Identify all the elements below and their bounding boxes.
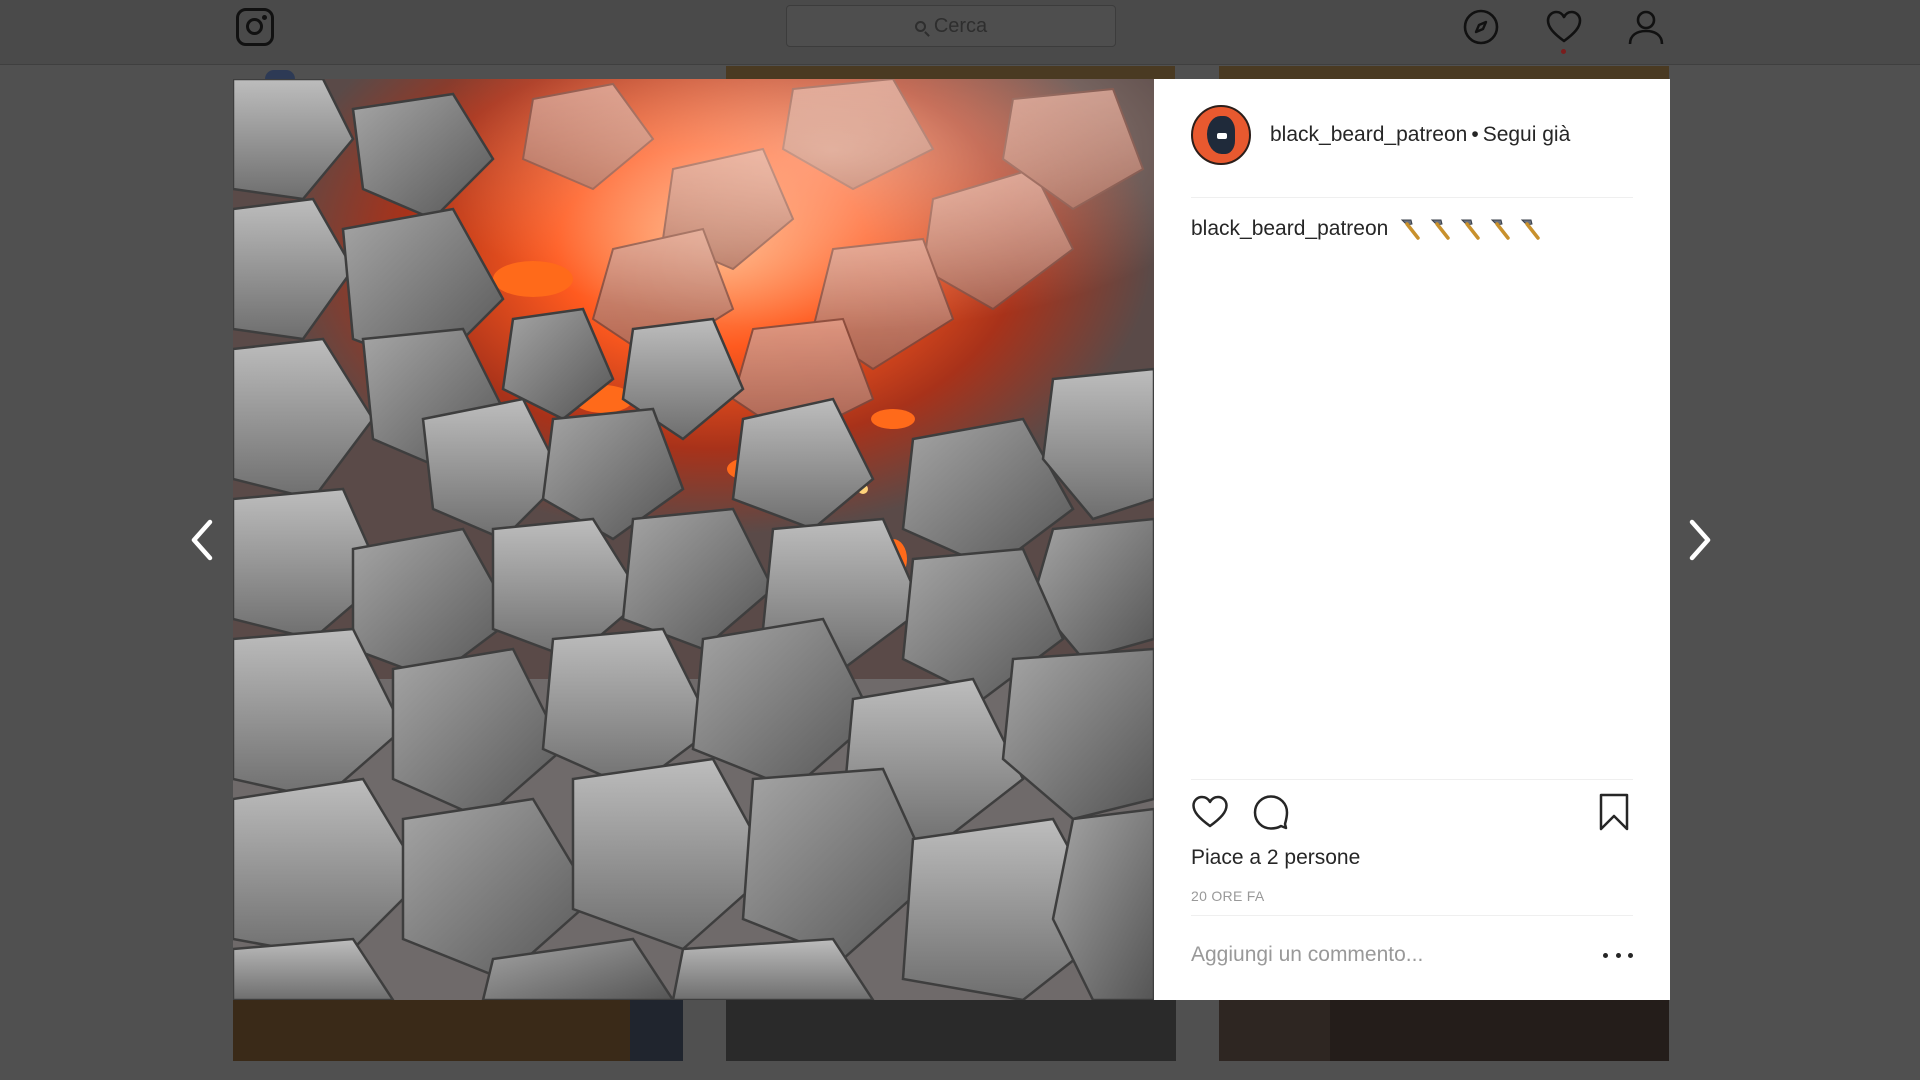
comment-bubble-icon[interactable] xyxy=(1252,793,1290,831)
hammer-icon xyxy=(1461,219,1481,240)
actions-divider xyxy=(1191,779,1633,780)
post-caption: black_beard_patreon xyxy=(1191,216,1542,242)
hammer-icon xyxy=(1521,219,1541,240)
likes-count[interactable]: Piace a 2 persone xyxy=(1191,846,1360,870)
post-header: black_beard_patreon • Segui già xyxy=(1191,105,1633,165)
background-grid-tile xyxy=(726,1000,1176,1061)
search-box[interactable]: Cerca xyxy=(786,5,1116,47)
post-image xyxy=(233,79,1154,1000)
post-header-text: black_beard_patreon • Segui già xyxy=(1270,123,1570,147)
search-icon xyxy=(914,20,926,32)
background-grid-tile xyxy=(726,66,1175,79)
background-grid-tile-edge xyxy=(630,1000,683,1061)
instagram-logo-icon[interactable] xyxy=(236,8,274,46)
search-placeholder: Cerca xyxy=(933,14,988,37)
background-grid-tile xyxy=(233,1000,683,1061)
username-link[interactable]: black_beard_patreon xyxy=(1270,123,1467,146)
previous-post-arrow-icon[interactable] xyxy=(182,513,222,567)
more-options-icon[interactable] xyxy=(1603,941,1633,969)
avatar[interactable] xyxy=(1191,105,1251,165)
comment-divider xyxy=(1191,915,1633,916)
coal-photo-illustration xyxy=(233,79,1154,1000)
notification-dot xyxy=(1561,49,1566,54)
more-dot xyxy=(1615,952,1621,958)
comment-input[interactable] xyxy=(1191,937,1591,973)
next-post-arrow-icon[interactable] xyxy=(1680,513,1720,567)
hammer-icon xyxy=(1491,219,1511,240)
heart-icon[interactable] xyxy=(1545,8,1583,46)
header-divider xyxy=(1191,197,1633,198)
like-heart-icon[interactable] xyxy=(1191,793,1229,831)
compass-icon[interactable] xyxy=(1462,8,1500,46)
top-navigation-bar: Cerca xyxy=(0,0,1920,65)
hammer-icon xyxy=(1401,219,1421,240)
background-avatar xyxy=(265,70,295,79)
caption-emoji-group xyxy=(1396,216,1542,242)
post-details-panel: black_beard_patreon • Segui già black_bear… xyxy=(1154,79,1670,1000)
post-timestamp: 20 ORE FA xyxy=(1191,888,1265,904)
separator-dot: • xyxy=(1471,123,1479,146)
post-actions xyxy=(1191,793,1633,831)
bookmark-icon[interactable] xyxy=(1595,793,1633,831)
profile-icon[interactable] xyxy=(1627,8,1665,46)
follow-status-button[interactable]: Segui già xyxy=(1483,123,1571,146)
background-grid-tile xyxy=(1219,66,1669,79)
more-dot xyxy=(1603,952,1608,958)
hammer-icon xyxy=(1431,219,1451,240)
more-dot xyxy=(1628,952,1633,958)
background-grid-tile xyxy=(1330,1000,1669,1061)
caption-username-link[interactable]: black_beard_patreon xyxy=(1191,217,1388,241)
